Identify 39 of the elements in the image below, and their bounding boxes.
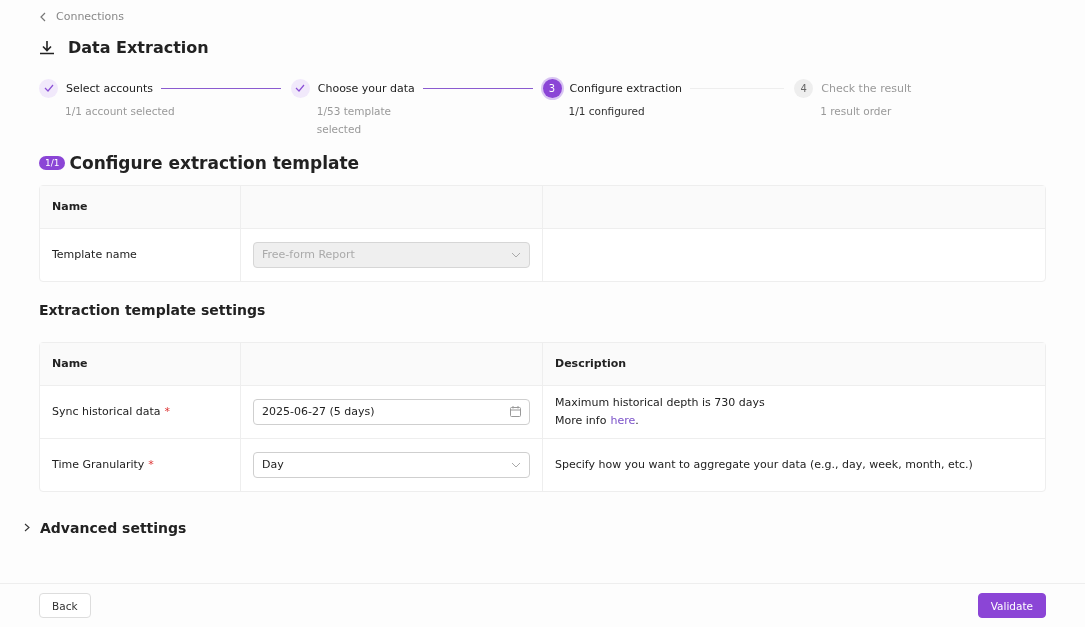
step-subtitle: 1/1 configured [568, 103, 646, 119]
step-title: Select accounts [66, 81, 153, 95]
download-icon [39, 39, 55, 55]
column-header: Name [52, 357, 89, 370]
chevron-down-icon [511, 251, 521, 258]
required-mark: * [164, 405, 170, 418]
row-label: Template name [52, 248, 138, 261]
row-label: Sync historical data [52, 405, 161, 418]
advanced-settings-toggle[interactable]: Advanced settings [24, 519, 1046, 536]
description-text: Maximum historical depth is 730 days [555, 395, 766, 410]
step-indicator: 3 [542, 78, 562, 98]
description-text: More info here. [555, 413, 640, 428]
count-badge: 1/1 [39, 155, 66, 170]
date-field[interactable]: 2025-06-27 (5 days) [253, 398, 530, 425]
section-title: Configure extraction template [69, 152, 360, 173]
validate-button[interactable]: Validate [977, 593, 1046, 618]
check-icon [43, 84, 54, 92]
back-link[interactable]: Connections [39, 10, 124, 23]
step-title: Choose your data [317, 81, 415, 95]
section-title: Extraction template settings [39, 301, 267, 318]
description-text: Specify how you want to aggregate your data (e.g., day, week, month, etc.) [555, 457, 974, 472]
chevron-left-icon [39, 11, 47, 22]
required-mark: * [148, 458, 154, 471]
step-title: Check the result [821, 81, 912, 95]
back-button[interactable]: Back [39, 593, 91, 618]
calendar-icon [510, 406, 521, 417]
row-label: Time Granularity [52, 458, 145, 471]
check-icon [295, 84, 306, 92]
select-field[interactable]: Day [253, 451, 530, 478]
chevron-right-icon [24, 523, 30, 532]
column-header: Description [555, 357, 628, 370]
step-title: Configure extraction [569, 81, 683, 95]
chevron-down-icon [511, 461, 521, 468]
step-subtitle: 1 result order [820, 103, 893, 119]
page-title: Data Extraction [68, 37, 209, 57]
step-subtitle: 1/53 template selected [316, 103, 393, 137]
step-indicator: 4 [794, 78, 814, 98]
column-header: Name [52, 200, 89, 213]
step-subtitle: 1/1 account selected [65, 103, 176, 119]
